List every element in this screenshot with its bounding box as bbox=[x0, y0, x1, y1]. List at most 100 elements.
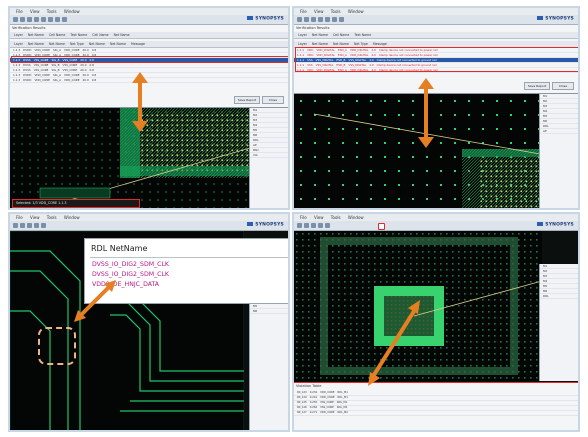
table-header: Layer Net Name Net Name Net Type Net Nam… bbox=[10, 41, 288, 48]
synopsys-logo: SYNOPSYS bbox=[537, 16, 574, 22]
column-header[interactable]: Net Name bbox=[110, 42, 126, 46]
column-header[interactable]: Net Name bbox=[333, 42, 349, 46]
menu-file[interactable]: File bbox=[16, 9, 23, 14]
zoom-in-icon[interactable] bbox=[311, 223, 316, 228]
zoom-fit-icon[interactable] bbox=[325, 17, 330, 22]
zoom-fit-icon[interactable] bbox=[41, 223, 46, 228]
save-report-button[interactable]: Save Report bbox=[234, 96, 260, 104]
ruler-icon[interactable] bbox=[339, 17, 344, 22]
layer-item[interactable]: AP bbox=[540, 129, 578, 134]
filter-tab[interactable]: Text Name bbox=[70, 33, 87, 37]
filter-tab[interactable]: Cell Name bbox=[49, 33, 65, 37]
screenshot-top-left: File View Tools Window SYNOPSYS Verifica… bbox=[8, 6, 290, 210]
menu-view[interactable]: View bbox=[30, 215, 40, 220]
menu-window[interactable]: Window bbox=[348, 9, 364, 14]
layer-panel: M1 M2 M3 M4 M5 M6 RDL bbox=[539, 264, 578, 381]
layer-item[interactable]: VIA bbox=[250, 153, 288, 158]
screenshot-bottom-left: File View Tools Window SYNOPSYS M5 M6 RD… bbox=[8, 212, 290, 432]
close-button[interactable]: Close bbox=[262, 96, 284, 104]
layer-icon[interactable] bbox=[62, 17, 67, 22]
zoom-in-icon[interactable] bbox=[27, 223, 32, 228]
menu-file[interactable]: File bbox=[300, 9, 307, 14]
filter-tab[interactable]: Text Name bbox=[354, 33, 371, 37]
diagonal-arrow-icon bbox=[74, 280, 116, 322]
open-icon[interactable] bbox=[297, 17, 302, 22]
panel-title: Verification Results bbox=[296, 26, 330, 30]
status-bar: Selected: 1/3 VDD_CORE 1.1.3 bbox=[12, 199, 140, 208]
open-icon[interactable] bbox=[297, 223, 302, 228]
table-row[interactable]: R0_127 0.271 VDD_CORE RDL_M2 bbox=[294, 411, 578, 416]
column-header[interactable]: Net Name bbox=[49, 42, 65, 46]
save-icon[interactable] bbox=[20, 17, 25, 22]
menu-window[interactable]: Window bbox=[64, 215, 80, 220]
column-header[interactable]: Message bbox=[373, 42, 387, 46]
filter-tab[interactable]: Layer bbox=[298, 33, 307, 37]
filter-tab[interactable]: Cell Name bbox=[333, 33, 349, 37]
highlight-tool-icon[interactable] bbox=[378, 223, 385, 230]
toolbar: SYNOPSYS bbox=[10, 15, 288, 25]
ruler-icon[interactable] bbox=[55, 17, 60, 22]
column-header[interactable]: Message bbox=[131, 42, 145, 46]
column-header[interactable]: Layer bbox=[14, 42, 23, 46]
zoom-out-icon[interactable] bbox=[34, 223, 39, 228]
menu-view[interactable]: View bbox=[314, 9, 324, 14]
layer-panel: M1 M2 M3 M4 M5 M6 RDL AP bbox=[539, 94, 578, 208]
selected-row-highlight bbox=[11, 56, 288, 63]
synopsys-logo: SYNOPSYS bbox=[247, 16, 284, 22]
save-icon[interactable] bbox=[304, 223, 309, 228]
zoom-fit-icon[interactable] bbox=[41, 17, 46, 22]
filter-tab[interactable]: Net Name bbox=[114, 33, 130, 37]
zoom-out-icon[interactable] bbox=[318, 17, 323, 22]
layer-panel: M1 M2 M3 M4 M5 M6 bbox=[249, 284, 288, 430]
menu-window[interactable]: Window bbox=[64, 9, 80, 14]
menu-tools[interactable]: Tools bbox=[47, 9, 57, 14]
filter-tab[interactable]: Cell Name bbox=[92, 33, 108, 37]
filter-tab[interactable]: Net Name bbox=[312, 33, 328, 37]
select-icon[interactable] bbox=[332, 17, 337, 22]
layer-item[interactable]: M6 bbox=[250, 309, 288, 314]
zoom-out-icon[interactable] bbox=[34, 17, 39, 22]
menu-tools[interactable]: Tools bbox=[331, 215, 341, 220]
filter-tab[interactable]: Layer bbox=[14, 33, 23, 37]
menu-tools[interactable]: Tools bbox=[47, 215, 57, 220]
zoom-out-icon[interactable] bbox=[318, 223, 323, 228]
menu-file[interactable]: File bbox=[16, 215, 23, 220]
toolbar: SYNOPSYS bbox=[10, 221, 288, 231]
open-icon[interactable] bbox=[13, 17, 18, 22]
synopsys-logo: SYNOPSYS bbox=[537, 222, 574, 228]
zoom-fit-icon[interactable] bbox=[325, 223, 330, 228]
screenshot-bottom-right: File View Tools Window SYNOPSYS M1 M2 M3 bbox=[292, 212, 580, 432]
updown-arrow-icon bbox=[418, 78, 434, 148]
menu-view[interactable]: View bbox=[30, 9, 40, 14]
column-header[interactable]: Net Type bbox=[70, 42, 84, 46]
menu-window[interactable]: Window bbox=[348, 215, 364, 220]
synopsys-logo: SYNOPSYS bbox=[247, 222, 284, 228]
filter-tab[interactable]: Net Name bbox=[28, 33, 44, 37]
save-report-button[interactable]: Save Report bbox=[524, 82, 550, 90]
focus-region-marker bbox=[38, 327, 76, 365]
filter-tabs: Layer Net Name Cell Name Text Name Cell … bbox=[10, 32, 288, 39]
filter-tabs: Layer Net Name Cell Name Text Name bbox=[294, 32, 578, 39]
column-header[interactable]: Layer bbox=[298, 42, 307, 46]
column-header[interactable]: Net Name bbox=[28, 42, 44, 46]
column-header[interactable]: Net Name bbox=[89, 42, 105, 46]
zoom-in-icon[interactable] bbox=[27, 17, 32, 22]
diagonal-arrow-icon bbox=[368, 300, 420, 386]
save-icon[interactable] bbox=[304, 17, 309, 22]
violation-rows-highlight bbox=[295, 47, 578, 72]
zoom-in-icon[interactable] bbox=[311, 17, 316, 22]
net-name-item[interactable]: DVSS_IO_DIG2_SDM_CLK bbox=[92, 261, 169, 268]
layer-item[interactable]: RDL bbox=[540, 294, 578, 299]
popup-title: RDL NetName bbox=[91, 244, 148, 253]
screenshot-top-right: File View Tools Window SYNOPSYS Verifica… bbox=[292, 6, 580, 210]
menu-view[interactable]: View bbox=[314, 215, 324, 220]
open-icon[interactable] bbox=[13, 223, 18, 228]
save-icon[interactable] bbox=[20, 223, 25, 228]
menu-file[interactable]: File bbox=[300, 215, 307, 220]
close-button[interactable]: Close bbox=[552, 82, 574, 90]
menu-tools[interactable]: Tools bbox=[331, 9, 341, 14]
column-header[interactable]: Net Type bbox=[354, 42, 368, 46]
column-header[interactable]: Net Name bbox=[312, 42, 328, 46]
select-icon[interactable] bbox=[48, 17, 53, 22]
divider bbox=[90, 257, 288, 258]
